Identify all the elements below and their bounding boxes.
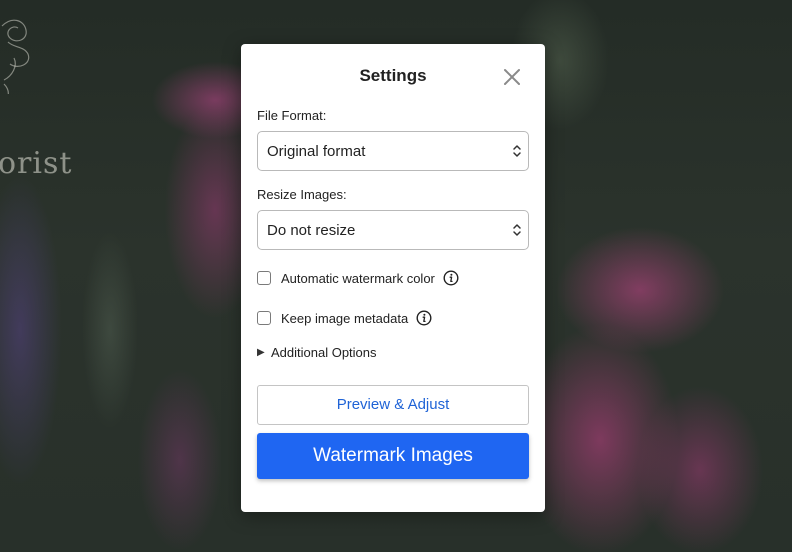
watermark-images-button[interactable]: Watermark Images — [257, 433, 529, 479]
preview-adjust-button[interactable]: Preview & Adjust — [257, 385, 529, 425]
file-format-select[interactable]: Original format — [257, 131, 529, 171]
info-icon[interactable] — [443, 270, 459, 286]
resize-images-label: Resize Images: — [257, 187, 347, 202]
auto-watermark-color-option: Automatic watermark color — [257, 268, 459, 288]
auto-watermark-color-checkbox[interactable] — [257, 271, 271, 285]
resize-images-select[interactable]: Do not resize — [257, 210, 529, 250]
resize-images-value: Do not resize — [267, 222, 356, 239]
brand-logo-icon — [1, 19, 30, 94]
disclosure-triangle-icon: ▶ — [257, 347, 265, 358]
additional-options-label: Additional Options — [271, 345, 377, 360]
keep-metadata-label: Keep image metadata — [281, 310, 409, 326]
close-icon[interactable] — [499, 64, 525, 90]
file-format-label: File Format: — [257, 108, 327, 123]
file-format-value: Original format — [267, 143, 366, 160]
select-caret-icon — [513, 224, 521, 236]
keep-metadata-checkbox[interactable] — [257, 311, 271, 325]
brand-text: orist — [0, 146, 73, 181]
page: orist Settings File Format: Original for… — [0, 0, 792, 552]
settings-dialog: Settings File Format: Original format Re… — [241, 44, 545, 512]
additional-options-toggle[interactable]: ▶ Additional Options — [257, 345, 377, 360]
select-caret-icon — [513, 145, 521, 157]
keep-metadata-option: Keep image metadata — [257, 308, 432, 328]
info-icon[interactable] — [416, 310, 432, 326]
auto-watermark-color-label: Automatic watermark color — [281, 270, 435, 286]
